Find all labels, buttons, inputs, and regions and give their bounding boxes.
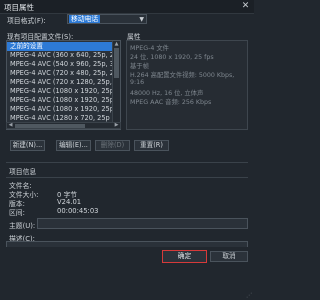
profile-item[interactable]: MPEG-4 AVC (1080 x 1920, 25p bbox=[7, 105, 113, 114]
property-line: MPEG-4 文件 bbox=[130, 45, 169, 52]
resize-grip-icon[interactable]: ⋰ bbox=[246, 292, 252, 299]
property-line: 基于帧 bbox=[130, 63, 149, 70]
divider bbox=[6, 177, 248, 178]
delete-button[interactable]: 删除(D) bbox=[95, 140, 130, 151]
profile-item[interactable]: MPEG-4 AVC (720 x 480, 25p, 2.5 bbox=[7, 69, 113, 78]
format-label: 项目格式(F): bbox=[7, 17, 46, 25]
caret-left-icon[interactable]: ◀ bbox=[7, 123, 14, 128]
scrollbar-thumb[interactable] bbox=[15, 124, 85, 128]
profiles-listbox[interactable]: 之前的设置 MPEG-4 AVC (360 x 640, 25p, 2.5 MP… bbox=[6, 40, 121, 130]
profile-item[interactable]: MPEG-4 AVC (1080 x 1920, 25p bbox=[7, 87, 113, 96]
cancel-button[interactable]: 取消 bbox=[210, 251, 248, 262]
format-select-value: 移动电话 bbox=[69, 15, 101, 23]
window-title: 项目属性 bbox=[4, 3, 34, 12]
description-input[interactable] bbox=[6, 241, 248, 247]
close-icon[interactable]: ✕ bbox=[240, 1, 251, 12]
divider bbox=[6, 162, 248, 163]
profile-item[interactable]: MPEG-4 AVC (720 x 1280, 25p, 4 bbox=[7, 78, 113, 87]
version-value: V24.01 bbox=[57, 198, 82, 206]
profiles-horizontal-scrollbar[interactable]: ◀ ▶ bbox=[6, 122, 121, 129]
property-line: 9:16 bbox=[130, 79, 145, 86]
reset-button[interactable]: 重置(R) bbox=[134, 140, 169, 151]
caret-up-icon[interactable]: ▲ bbox=[113, 41, 120, 47]
caret-right-icon[interactable]: ▶ bbox=[113, 123, 120, 128]
profile-item[interactable]: MPEG-4 AVC (360 x 640, 25p, 2.5 bbox=[7, 51, 113, 60]
duration-label: 区间: bbox=[9, 209, 25, 217]
title-bar bbox=[0, 0, 254, 14]
profile-item[interactable]: MPEG-4 AVC (1080 x 1920, 25p bbox=[7, 96, 113, 105]
ok-button-label: 确定 bbox=[177, 252, 192, 260]
property-line: 24 位, 1080 x 1920, 25 fps bbox=[130, 54, 214, 61]
format-select[interactable]: 移动电话 ▼ bbox=[67, 14, 147, 24]
property-line: MPEG AAC 音频: 256 Kbps bbox=[130, 99, 212, 106]
new-button[interactable]: 新建(N)... bbox=[10, 140, 45, 151]
profile-item[interactable]: MPEG-4 AVC (540 x 960, 25p, 3M bbox=[7, 60, 113, 69]
duration-value: 00:00:45:03 bbox=[57, 207, 99, 215]
project-info-heading: 项目信息 bbox=[9, 168, 37, 176]
edit-button[interactable]: 编辑(E)... bbox=[56, 140, 91, 151]
ok-button[interactable]: 确定 bbox=[162, 250, 207, 263]
profile-item[interactable]: 之前的设置 bbox=[7, 42, 113, 51]
property-line: H.264 高配置文件视频: 5000 Kbps, bbox=[130, 72, 235, 79]
subject-label: 主题(U): bbox=[9, 222, 36, 230]
properties-panel: MPEG-4 文件 24 位, 1080 x 1920, 25 fps 基于帧 … bbox=[126, 40, 248, 130]
subject-input[interactable] bbox=[37, 218, 248, 229]
profiles-vertical-scrollbar[interactable]: ▲ ▼ bbox=[112, 41, 120, 129]
scrollbar-thumb[interactable] bbox=[114, 48, 119, 78]
property-line: 48000 Hz, 16 位, 立体声 bbox=[130, 90, 204, 97]
caret-down-icon: ▼ bbox=[139, 16, 144, 23]
